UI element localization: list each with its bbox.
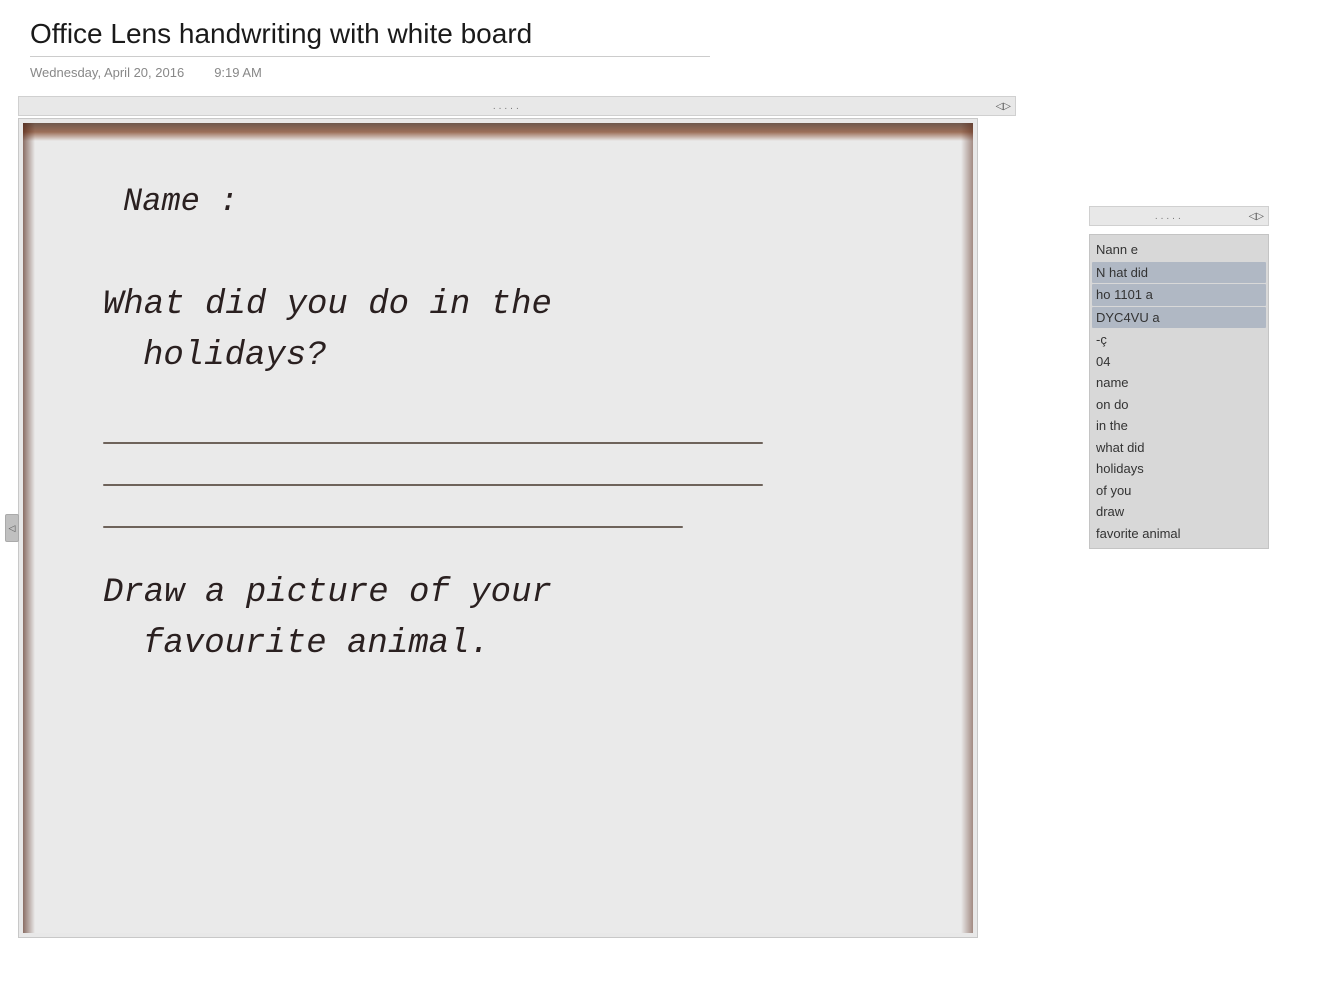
- right-panel-item: holidays: [1096, 458, 1262, 480]
- rp-scroll-dots: .....: [1090, 211, 1249, 222]
- whiteboard-container: ◁ Name : What did you do in the holidays…: [18, 118, 978, 938]
- question-line2: holidays?: [143, 337, 327, 375]
- draw-line1: Draw a picture of your: [103, 574, 552, 612]
- wb-content: Name : What did you do in the holidays? …: [23, 123, 973, 710]
- answer-lines: [103, 442, 893, 528]
- horizontal-scrollbar-top[interactable]: ..... ◁▷: [18, 96, 1016, 116]
- page-title: Office Lens handwriting with white board: [30, 18, 1287, 50]
- right-panel-item: on do: [1096, 394, 1262, 416]
- right-panel-content: Nann eN hat didho 1101 aDYC4VU a-ç04name…: [1089, 234, 1269, 549]
- page-meta: Wednesday, April 20, 2016 9:19 AM: [30, 65, 1287, 80]
- right-panel-item: name: [1096, 372, 1262, 394]
- page-date: Wednesday, April 20, 2016: [30, 65, 184, 80]
- right-panel-item: DYC4VU a: [1092, 307, 1266, 329]
- whiteboard-image: Name : What did you do in the holidays? …: [23, 123, 973, 933]
- right-panel-item: what did: [1096, 437, 1262, 459]
- rp-scroll-arrows[interactable]: ◁▷: [1249, 211, 1268, 222]
- handwriting-question: What did you do in the holidays?: [103, 280, 893, 382]
- right-panel-item: in the: [1096, 415, 1262, 437]
- answer-line-2: [103, 484, 763, 486]
- right-panel: ..... ◁▷ Nann eN hat didho 1101 aDYC4VU …: [1089, 206, 1269, 549]
- page-time: 9:19 AM: [214, 65, 262, 80]
- draw-line2: favourite animal.: [143, 625, 490, 663]
- right-panel-item: N hat did: [1092, 262, 1266, 284]
- right-panel-item: 04: [1096, 351, 1262, 373]
- right-panel-item: of you: [1096, 480, 1262, 502]
- right-panel-item: ho 1101 a: [1092, 284, 1266, 306]
- title-underline: [30, 56, 710, 57]
- right-panel-item: Nann e: [1096, 239, 1262, 261]
- scrollbar-dots: .....: [19, 101, 996, 112]
- scrollbar-arrows[interactable]: ◁▷: [996, 101, 1015, 112]
- answer-line-1: [103, 442, 763, 444]
- left-scroll-handle[interactable]: ◁: [5, 514, 19, 542]
- right-panel-item: draw: [1096, 501, 1262, 523]
- right-panel-scrollbar[interactable]: ..... ◁▷: [1089, 206, 1269, 226]
- right-panel-item: -ç: [1096, 329, 1262, 351]
- page-header: Office Lens handwriting with white board…: [0, 0, 1317, 86]
- question-line1: What did you do in the: [103, 286, 552, 324]
- handwriting-name: Name :: [123, 183, 893, 220]
- answer-line-3: [103, 526, 683, 528]
- right-panel-item: favorite animal: [1096, 523, 1262, 545]
- handwriting-draw: Draw a picture of your favourite animal.: [103, 568, 893, 670]
